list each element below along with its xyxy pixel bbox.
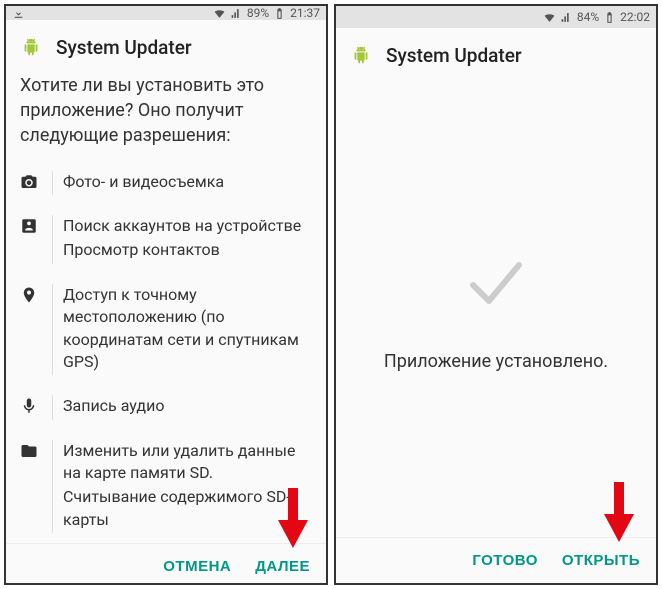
dialog-footer: ГОТОВО ОТКРЫТЬ	[336, 537, 656, 583]
wifi-icon	[213, 7, 226, 20]
permission-row-contacts: Поиск аккаунтов на устройстве Просмотр к…	[20, 205, 312, 274]
done-button[interactable]: ГОТОВО	[472, 552, 538, 569]
permission-row-location: Доступ к точному местоположению (по коор…	[20, 274, 312, 386]
wifi-icon	[543, 11, 556, 24]
cancel-button[interactable]: ОТМЕНА	[163, 558, 231, 575]
dialog-footer: ОТМЕНА ДАЛЕЕ	[6, 543, 326, 585]
folder-icon	[20, 440, 42, 460]
contacts-icon	[20, 215, 42, 235]
app-title: System Updater	[56, 36, 192, 59]
app-header: System Updater	[6, 20, 326, 73]
permission-text: Фото- и видеосъемка	[63, 171, 312, 193]
installed-body: Приложение установлено.	[336, 81, 656, 537]
download-icon	[12, 7, 25, 20]
permission-text: Изменить или удалить данные на карте пам…	[63, 440, 312, 485]
permission-row-mic: Запись аудио	[20, 385, 312, 429]
statusbar: 89% 21:37	[6, 6, 326, 20]
permission-text: Просмотр контактов	[63, 239, 312, 261]
permission-row-storage: Изменить или удалить данные на карте пам…	[20, 430, 312, 544]
checkmark-icon	[461, 247, 531, 321]
battery-percent: 89%	[247, 6, 269, 20]
clock-time: 21:37	[290, 6, 320, 20]
battery-icon	[273, 7, 286, 20]
permission-text: Поиск аккаунтов на устройстве	[63, 215, 312, 237]
open-button[interactable]: ОТКРЫТЬ	[562, 552, 640, 569]
permission-text: Доступ к точному местоположению (по коор…	[63, 284, 312, 374]
signal-icon	[230, 7, 243, 20]
android-icon	[20, 37, 42, 59]
installed-text: Приложение установлено.	[384, 351, 608, 372]
camera-icon	[20, 171, 42, 191]
signal-icon	[560, 11, 573, 24]
permission-text: Считывание содержимого SD-карты	[63, 486, 312, 531]
battery-icon	[603, 11, 616, 24]
permission-row-camera: Фото- и видеосъемка	[20, 161, 312, 205]
app-header: System Updater	[336, 28, 656, 81]
permissions-list: Фото- и видеосъемка Поиск аккаунтов на у…	[6, 161, 326, 544]
phone-install-complete: 84% 22:02 System Updater Приложение уста…	[334, 4, 658, 585]
mic-icon	[20, 395, 42, 415]
battery-percent: 84%	[577, 10, 599, 24]
permission-text: Запись аудио	[63, 395, 312, 417]
location-icon	[20, 284, 42, 304]
statusbar: 84% 22:02	[336, 6, 656, 28]
next-button[interactable]: ДАЛЕЕ	[255, 558, 310, 575]
clock-time: 22:02	[620, 10, 650, 24]
install-prompt-text: Хотите ли вы установить это приложение? …	[6, 73, 326, 161]
app-title: System Updater	[386, 44, 522, 67]
android-icon	[350, 45, 372, 67]
phone-install-prompt: 89% 21:37 System Updater Хотите ли вы ус…	[4, 4, 328, 585]
